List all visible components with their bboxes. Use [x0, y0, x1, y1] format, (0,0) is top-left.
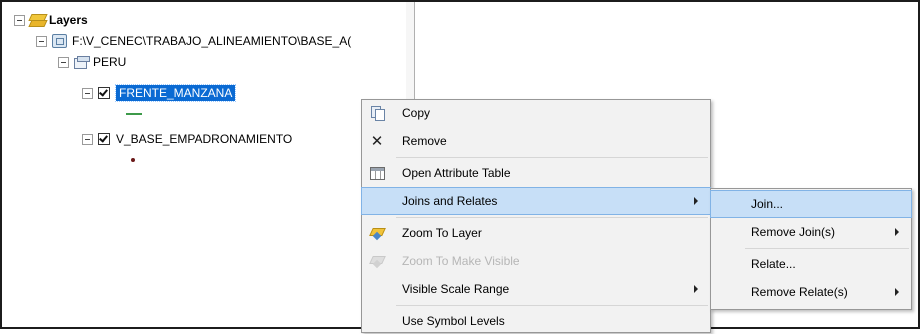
submenu-item-remove-relates[interactable]: Remove Relate(s): [711, 279, 911, 305]
submenu-arrow-icon: [895, 288, 899, 296]
menu-item-label: Zoom To Make Visible: [402, 254, 520, 268]
menu-separator: [396, 217, 708, 218]
copy-icon: [371, 106, 385, 121]
submenu-item-label: Remove Relate(s): [751, 285, 848, 299]
menu-item-label: Visible Scale Range: [402, 282, 510, 296]
menu-item-label: Copy: [402, 106, 431, 120]
collapse-icon[interactable]: [14, 14, 25, 26]
menu-item-remove[interactable]: ✕ Remove: [362, 128, 710, 154]
submenu-item-join[interactable]: Join...: [710, 190, 912, 218]
layers-icon: [30, 14, 44, 26]
layer-visibility-checkbox[interactable]: [98, 133, 110, 145]
group-layer-icon: [74, 56, 90, 69]
menu-item-label: Open Attribute Table: [402, 166, 511, 180]
line-symbol: [126, 113, 142, 115]
attribute-table-icon: [369, 166, 385, 180]
submenu-item-label: Remove Join(s): [751, 225, 836, 239]
layer-label[interactable]: V_BASE_EMPADRONAMIENTO: [116, 132, 292, 146]
zoom-to-make-visible-icon: [370, 254, 384, 268]
menu-item-zoom-to-make-visible: Zoom To Make Visible: [362, 248, 710, 274]
layer-row-v-base-empadronamiento[interactable]: V_BASE_EMPADRONAMIENTO: [82, 130, 292, 148]
submenu-arrow-icon: [694, 285, 698, 293]
collapse-icon[interactable]: [82, 133, 93, 145]
submenu-arrow-icon: [694, 197, 698, 205]
layer-row-frente-manzana[interactable]: FRENTE_MANZANA: [82, 84, 237, 102]
menu-item-label: Zoom To Layer: [402, 226, 482, 240]
point-symbol: [131, 158, 135, 162]
menu-separator: [396, 157, 708, 158]
workspace-path-label[interactable]: F:\V_CENEC\TRABAJO_ALINEAMIENTO\BASE_A(: [72, 34, 351, 48]
menu-separator: [396, 305, 708, 306]
menu-item-label: Joins and Relates: [402, 194, 498, 208]
tree-node-group-peru[interactable]: PERU: [58, 53, 126, 71]
zoom-to-layer-icon: [370, 226, 384, 240]
submenu-item-label: Join...: [751, 197, 784, 211]
menu-item-label: Use Symbol Levels: [402, 314, 505, 328]
tree-node-layers[interactable]: Layers: [14, 11, 88, 29]
submenu-item-remove-joins[interactable]: Remove Join(s): [711, 219, 911, 245]
collapse-icon[interactable]: [36, 35, 47, 47]
layer-context-menu: Copy ✕ Remove Open Attribute Table Joins…: [361, 99, 711, 333]
menu-item-joins-and-relates[interactable]: Joins and Relates: [361, 187, 711, 215]
menu-item-visible-scale-range[interactable]: Visible Scale Range: [362, 276, 710, 302]
menu-item-use-symbol-levels[interactable]: Use Symbol Levels: [362, 308, 710, 334]
layer-label-selected[interactable]: FRENTE_MANZANA: [114, 84, 237, 102]
menu-item-label: Remove: [402, 134, 447, 148]
table-of-contents: Layers F:\V_CENEC\TRABAJO_ALINEAMIENTO\B…: [2, 2, 407, 327]
layer-visibility-checkbox[interactable]: [98, 87, 110, 99]
menu-item-zoom-to-layer[interactable]: Zoom To Layer: [362, 220, 710, 246]
menu-item-copy[interactable]: Copy: [362, 100, 710, 126]
menu-separator: [745, 248, 909, 249]
submenu-arrow-icon: [895, 228, 899, 236]
joins-relates-submenu: Join... Remove Join(s) Relate... Remove …: [710, 188, 912, 310]
tree-node-workspace[interactable]: F:\V_CENEC\TRABAJO_ALINEAMIENTO\BASE_A(: [36, 32, 351, 50]
group-label[interactable]: PERU: [93, 55, 126, 69]
submenu-item-label: Relate...: [751, 257, 796, 271]
menu-item-open-attribute-table[interactable]: Open Attribute Table: [362, 160, 710, 186]
collapse-icon[interactable]: [58, 56, 69, 68]
layers-root-label[interactable]: Layers: [49, 13, 88, 27]
remove-x-icon: ✕: [370, 132, 384, 150]
database-icon: [52, 34, 67, 48]
submenu-item-relate[interactable]: Relate...: [711, 251, 911, 277]
collapse-icon[interactable]: [82, 87, 93, 99]
